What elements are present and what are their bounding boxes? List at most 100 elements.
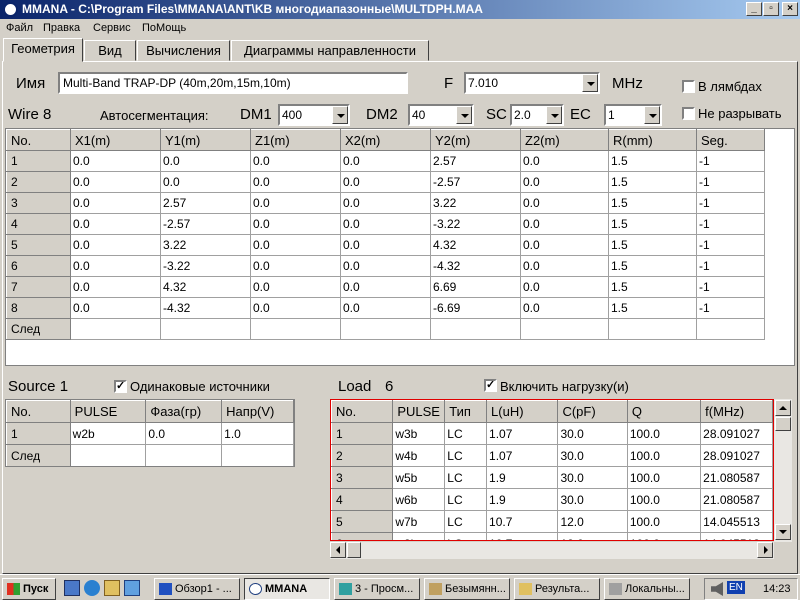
menu-help[interactable]: ПоМощь [142,22,186,34]
wire-cell[interactable]: 0.0 [160,171,251,193]
taskbar-item-overview[interactable]: Обзор1 - ... [154,578,240,600]
wire-cell[interactable]: 0.0 [520,171,609,193]
wire-cell[interactable]: 0.0 [250,276,341,298]
wire-cell[interactable] [608,318,697,340]
scroll-down-icon[interactable] [775,524,791,540]
table-row[interactable]: 2 w4b LC 1.07 30.0 100.0 28.091027 [331,444,773,467]
wire-cell[interactable]: 3.22 [160,234,251,256]
wire-cell[interactable]: 0.0 [340,150,431,172]
wire-cell[interactable]: 1.5 [608,234,697,256]
sources-col-pulse[interactable]: PULSE [69,400,147,423]
row-number-cell[interactable]: 3 [331,466,394,489]
wire-cell[interactable]: -4.32 [430,255,521,277]
source-cell[interactable] [145,444,223,466]
wire-cell[interactable]: 2.57 [430,150,521,172]
table-row[interactable]: 6w8bLC10.712.0100.014.045513 [331,532,773,540]
wire-cell[interactable]: 2.57 [160,192,251,214]
wire-cell[interactable] [340,318,431,340]
table-row[interactable]: 4 w6b LC 1.9 30.0 100.0 21.080587 [331,488,773,511]
tab-diagrams[interactable]: Диаграммы направленности [231,40,429,61]
wire-cell[interactable]: 0.0 [520,192,609,214]
loads-col-l[interactable]: L(uH) [486,400,559,423]
wires-col-x1[interactable]: X1(m) [70,129,161,151]
load-cell[interactable]: w6b [392,488,446,511]
load-cell[interactable]: w3b [392,422,446,445]
load-cell[interactable]: 100.0 [627,444,702,467]
wire-cell[interactable]: -4.32 [160,297,251,319]
wire-cell[interactable]: 0.0 [520,213,609,235]
hscroll-thumb[interactable] [347,542,361,558]
loads-grid[interactable]: No. PULSE Тип L(uH) C(pF) Q f(MHz) 1 w3b L… [330,399,774,541]
load-cell[interactable]: 30.0 [557,488,628,511]
wire-cell[interactable]: 0.0 [340,171,431,193]
wire-cell[interactable]: 1.5 [608,255,697,277]
loads-col-type[interactable]: Тип [444,400,488,423]
loads-horizontal-scrollbar[interactable] [330,542,774,559]
wire-cell[interactable]: 0.0 [520,276,609,298]
load-cell[interactable]: 100.0 [627,532,702,540]
load-cell[interactable]: w4b [392,444,446,467]
wire-cell[interactable]: 6.69 [430,276,521,298]
next-row[interactable]: След [6,318,765,340]
source-cell[interactable]: 1.0 [221,422,294,445]
load-cell[interactable]: 100.0 [627,466,702,489]
row-number-cell[interactable]: 2 [331,444,394,467]
wire-cell[interactable]: -1 [696,255,765,277]
loads-col-c[interactable]: C(pF) [557,400,628,423]
load-cell[interactable]: 1.9 [486,466,559,489]
in-lambdas-checkbox[interactable] [682,80,695,93]
wire-cell[interactable]: 0.0 [70,213,161,235]
load-cell[interactable]: LC [444,422,488,445]
source-cell[interactable] [221,444,294,466]
explorer-icon[interactable] [104,580,120,596]
load-cell[interactable]: 10.7 [486,532,559,540]
wire-cell[interactable]: 1.5 [608,213,697,235]
wire-cell[interactable]: 0.0 [520,150,609,172]
next-row-label[interactable]: След [6,318,71,340]
wire-cell[interactable]: 0.0 [70,234,161,256]
row-number-cell[interactable]: 2 [6,171,71,193]
table-row[interactable]: 5 0.0 3.22 0.0 0.0 4.32 0.0 1.5 -1 [6,234,765,256]
wire-cell[interactable]: 0.0 [250,297,341,319]
row-number-cell[interactable]: 1 [6,150,71,172]
wire-cell[interactable] [250,318,341,340]
sources-grid[interactable]: No. PULSE Фаза(гр) Напр(V) 1 w2b 0.0 1.0 Сле… [5,399,295,467]
load-cell[interactable]: 30.0 [557,422,628,445]
wires-col-y2[interactable]: Y2(m) [430,129,521,151]
wire-cell[interactable]: 1.5 [608,297,697,319]
frequency-dropdown-arrow-icon[interactable] [582,74,598,92]
load-cell[interactable]: 30.0 [557,444,628,467]
table-row[interactable]: 3 w5b LC 1.9 30.0 100.0 21.080587 [331,466,773,489]
sources-col-no[interactable]: No. [6,400,71,423]
load-cell[interactable]: 21.080587 [700,488,773,511]
wires-grid[interactable]: No. X1(m) Y1(m) Z1(m) X2(m) Y2(m) Z2(m) … [5,128,795,366]
ec-combo[interactable]: 1 [604,104,662,126]
table-row[interactable]: 6 0.0 -3.22 0.0 0.0 -4.32 0.0 1.5 -1 [6,255,765,277]
load-cell[interactable]: w8b [392,532,446,540]
ec-dropdown-arrow-icon[interactable] [644,106,660,124]
menu-edit[interactable]: Правка [43,22,80,34]
wire-cell[interactable]: 0.0 [340,255,431,277]
source-cell[interactable] [70,444,147,466]
load-cell[interactable]: 100.0 [627,510,702,533]
menu-file[interactable]: Файл [6,22,33,34]
load-cell[interactable]: 10.7 [486,510,559,533]
wire-cell[interactable]: -1 [696,150,765,172]
table-row[interactable]: 7 0.0 4.32 0.0 0.0 6.69 0.0 1.5 -1 [6,276,765,298]
tab-geometry[interactable]: Геометрия [3,38,83,62]
row-number-cell[interactable]: 6 [331,532,394,540]
row-number-cell[interactable]: 8 [6,297,71,319]
wire-cell[interactable]: -1 [696,276,765,298]
tab-view[interactable]: Вид [84,40,136,61]
wire-cell[interactable]: -3.22 [160,255,251,277]
table-row[interactable]: 4 0.0 -2.57 0.0 0.0 -3.22 0.0 1.5 -1 [6,213,765,235]
load-cell[interactable]: 100.0 [627,422,702,445]
dm2-dropdown-arrow-icon[interactable] [456,106,472,124]
wire-cell[interactable] [430,318,521,340]
load-cell[interactable]: w5b [392,466,446,489]
loads-col-q[interactable]: Q [626,400,702,423]
wire-cell[interactable]: 0.0 [250,234,341,256]
wires-col-z1[interactable]: Z1(m) [250,129,341,151]
wires-col-z2[interactable]: Z2(m) [520,129,609,151]
load-cell[interactable]: LC [444,466,488,489]
